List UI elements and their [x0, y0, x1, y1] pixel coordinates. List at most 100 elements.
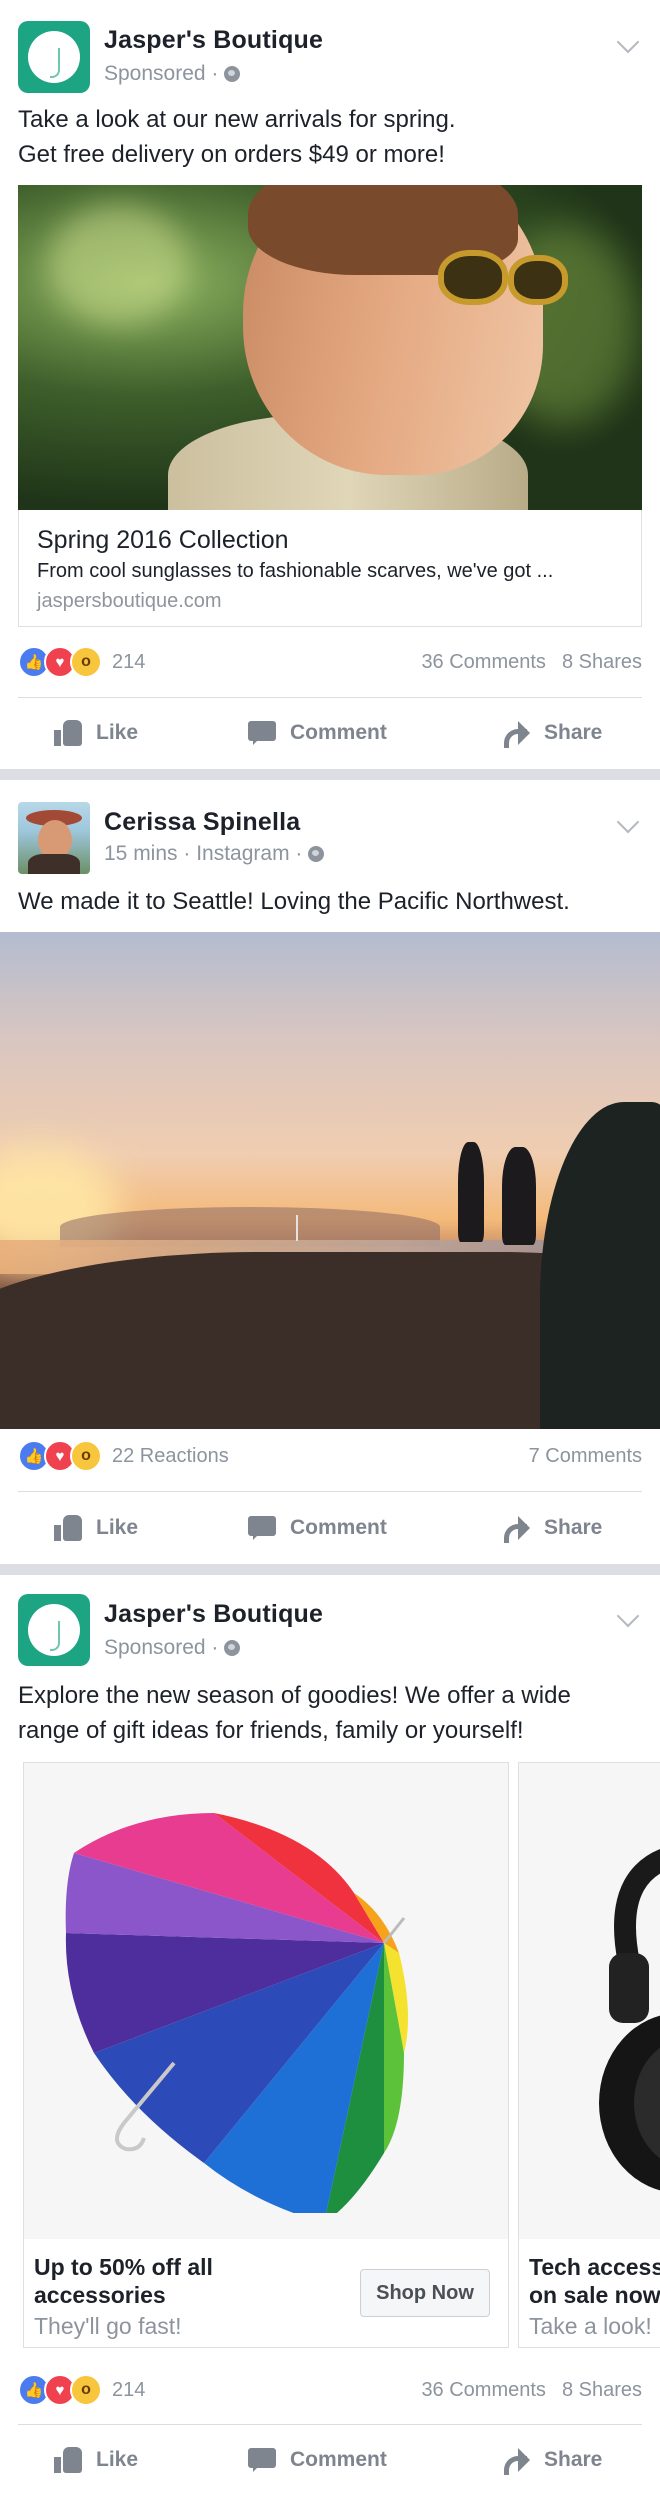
post-meta-text: Sponsored ·: [104, 1636, 219, 1659]
jaspers-boutique-avatar[interactable]: [18, 21, 90, 93]
share-icon: [502, 720, 530, 748]
comment-label: Comment: [290, 721, 387, 744]
post-text-line: Explore the new season of goodies! We of…: [18, 1682, 571, 1709]
like-label: Like: [96, 721, 139, 744]
carousel-card-accessories[interactable]: Up to 50% off all accessories They'll go…: [23, 1762, 509, 2348]
wow-reaction-icon: o: [70, 2374, 102, 2406]
post-text-line: Take a look at our new arrivals for spri…: [18, 106, 456, 133]
reaction-icons[interactable]: 👍 ♥ o: [18, 2374, 102, 2406]
post-image-seattle-sunset[interactable]: [0, 932, 660, 1429]
link-title: Spring 2016 Collection: [37, 526, 289, 554]
reaction-count[interactable]: 214: [112, 2379, 145, 2402]
comment-icon: [248, 2447, 276, 2473]
post-text-line: Get free delivery on orders $49 or more!: [18, 141, 445, 168]
rainbow-umbrella-icon: [65, 1813, 408, 2213]
post-meta-text: Sponsored ·: [104, 62, 219, 85]
comments-count[interactable]: 36 Comments: [421, 2379, 546, 2402]
post-text: We made it to Seattle! Loving the Pacifi…: [18, 884, 648, 919]
like-button[interactable]: Like: [54, 698, 138, 768]
reaction-count[interactable]: 22 Reactions: [112, 1445, 229, 1468]
post-text-line: We made it to Seattle! Loving the Pacifi…: [18, 888, 570, 915]
post-meta: Sponsored ·: [104, 1636, 241, 1660]
reaction-stats: 36 Comments 8 Shares: [421, 2379, 642, 2402]
post-actions: Like Comment Share: [0, 2425, 660, 2495]
card-title-line: accessories: [34, 2282, 166, 2308]
divider: [18, 1491, 642, 1492]
card-title: Up to 50% off all accessories: [34, 2253, 334, 2309]
comment-button[interactable]: Comment: [248, 1493, 387, 1563]
wow-reaction-icon: o: [70, 646, 102, 678]
share-icon: [502, 1515, 530, 1543]
cerissa-spinella-avatar[interactable]: [18, 802, 90, 874]
comment-label: Comment: [290, 1516, 387, 1539]
reaction-icons[interactable]: 👍 ♥ o: [18, 646, 102, 678]
like-button[interactable]: Like: [54, 2425, 138, 2495]
card-subtitle: They'll go fast!: [34, 2313, 182, 2339]
comment-icon: [248, 1515, 276, 1541]
link-preview[interactable]: Spring 2016 Collection From cool sunglas…: [18, 510, 642, 627]
card-body: Tech accessories on sale now Take a look…: [519, 2239, 660, 2347]
carousel-card-tech[interactable]: Tech accessories on sale now Take a look…: [518, 1762, 660, 2348]
comments-count[interactable]: 7 Comments: [529, 1445, 642, 1468]
post-jaspers-boutique-1: Jasper's Boutique Sponsored · Take a loo…: [0, 0, 660, 765]
reactions-bar: 👍 ♥ o 214 36 Comments 8 Shares: [18, 642, 642, 682]
post-meta: 15 mins · Instagram ·: [104, 842, 325, 866]
reaction-icons[interactable]: 👍 ♥ o: [18, 1440, 102, 1472]
headphones-icon: [599, 1849, 660, 2191]
globe-icon: [224, 1640, 241, 1656]
share-button[interactable]: Share: [502, 698, 602, 768]
chevron-down-icon[interactable]: [616, 1604, 640, 1628]
globe-icon: [224, 66, 241, 82]
shares-count[interactable]: 8 Shares: [562, 2379, 642, 2402]
card-title-line: on sale now: [529, 2282, 660, 2308]
reactions-bar: 👍 ♥ o 214 36 Comments 8 Shares: [18, 2370, 642, 2410]
globe-icon: [308, 846, 325, 862]
card-title-line: Tech accessories: [529, 2254, 660, 2280]
post-text: Explore the new season of goodies! We of…: [18, 1678, 648, 1748]
reaction-stats: 36 Comments 8 Shares: [421, 651, 642, 674]
reaction-count[interactable]: 214: [112, 651, 145, 674]
card-subtitle: Take a look!: [529, 2313, 652, 2339]
post-meta: Sponsored ·: [104, 62, 241, 86]
card-title-line: Up to 50% off all: [34, 2254, 213, 2280]
umbrella-product-image[interactable]: [24, 1763, 508, 2239]
post-author[interactable]: Jasper's Boutique: [104, 1600, 323, 1629]
chevron-down-icon[interactable]: [616, 30, 640, 54]
thumbs-up-icon: [54, 720, 82, 746]
card-body: Up to 50% off all accessories They'll go…: [24, 2239, 508, 2347]
card-title: Tech accessories on sale now: [529, 2253, 660, 2309]
comments-count[interactable]: 36 Comments: [421, 651, 546, 674]
post-text: Take a look at our new arrivals for spri…: [18, 102, 648, 172]
link-url: jaspersboutique.com: [37, 590, 222, 612]
feed-separator: [0, 769, 660, 780]
reactions-bar: 👍 ♥ o 22 Reactions 7 Comments: [18, 1436, 642, 1476]
share-button[interactable]: Share: [502, 1493, 602, 1563]
like-label: Like: [96, 2448, 139, 2471]
post-author[interactable]: Cerissa Spinella: [104, 808, 300, 837]
comment-icon: [248, 720, 276, 746]
headphones-product-image[interactable]: [519, 1763, 660, 2239]
share-button[interactable]: Share: [502, 2425, 602, 2495]
post-image-man-sunglasses[interactable]: [18, 185, 642, 510]
jaspers-boutique-avatar[interactable]: [18, 1594, 90, 1666]
comment-label: Comment: [290, 2448, 387, 2471]
share-icon: [502, 2447, 530, 2475]
post-author[interactable]: Jasper's Boutique: [104, 26, 323, 55]
like-button[interactable]: Like: [54, 1493, 138, 1563]
post-actions: Like Comment Share: [0, 698, 660, 768]
post-meta-text: 15 mins · Instagram ·: [104, 842, 303, 865]
share-label: Share: [544, 721, 603, 744]
shop-now-button[interactable]: Shop Now: [360, 2269, 490, 2317]
reaction-stats: 7 Comments: [529, 1445, 642, 1468]
comment-button[interactable]: Comment: [248, 698, 387, 768]
share-label: Share: [544, 1516, 603, 1539]
thumbs-up-icon: [54, 1515, 82, 1541]
product-carousel[interactable]: Up to 50% off all accessories They'll go…: [18, 1762, 660, 2348]
comment-button[interactable]: Comment: [248, 2425, 387, 2495]
shares-count[interactable]: 8 Shares: [562, 651, 642, 674]
link-description: From cool sunglasses to fashionable scar…: [37, 560, 554, 582]
share-label: Share: [544, 2448, 603, 2471]
wow-reaction-icon: o: [70, 1440, 102, 1472]
feed-separator: [0, 1564, 660, 1575]
post-actions: Like Comment Share: [0, 1493, 660, 1563]
